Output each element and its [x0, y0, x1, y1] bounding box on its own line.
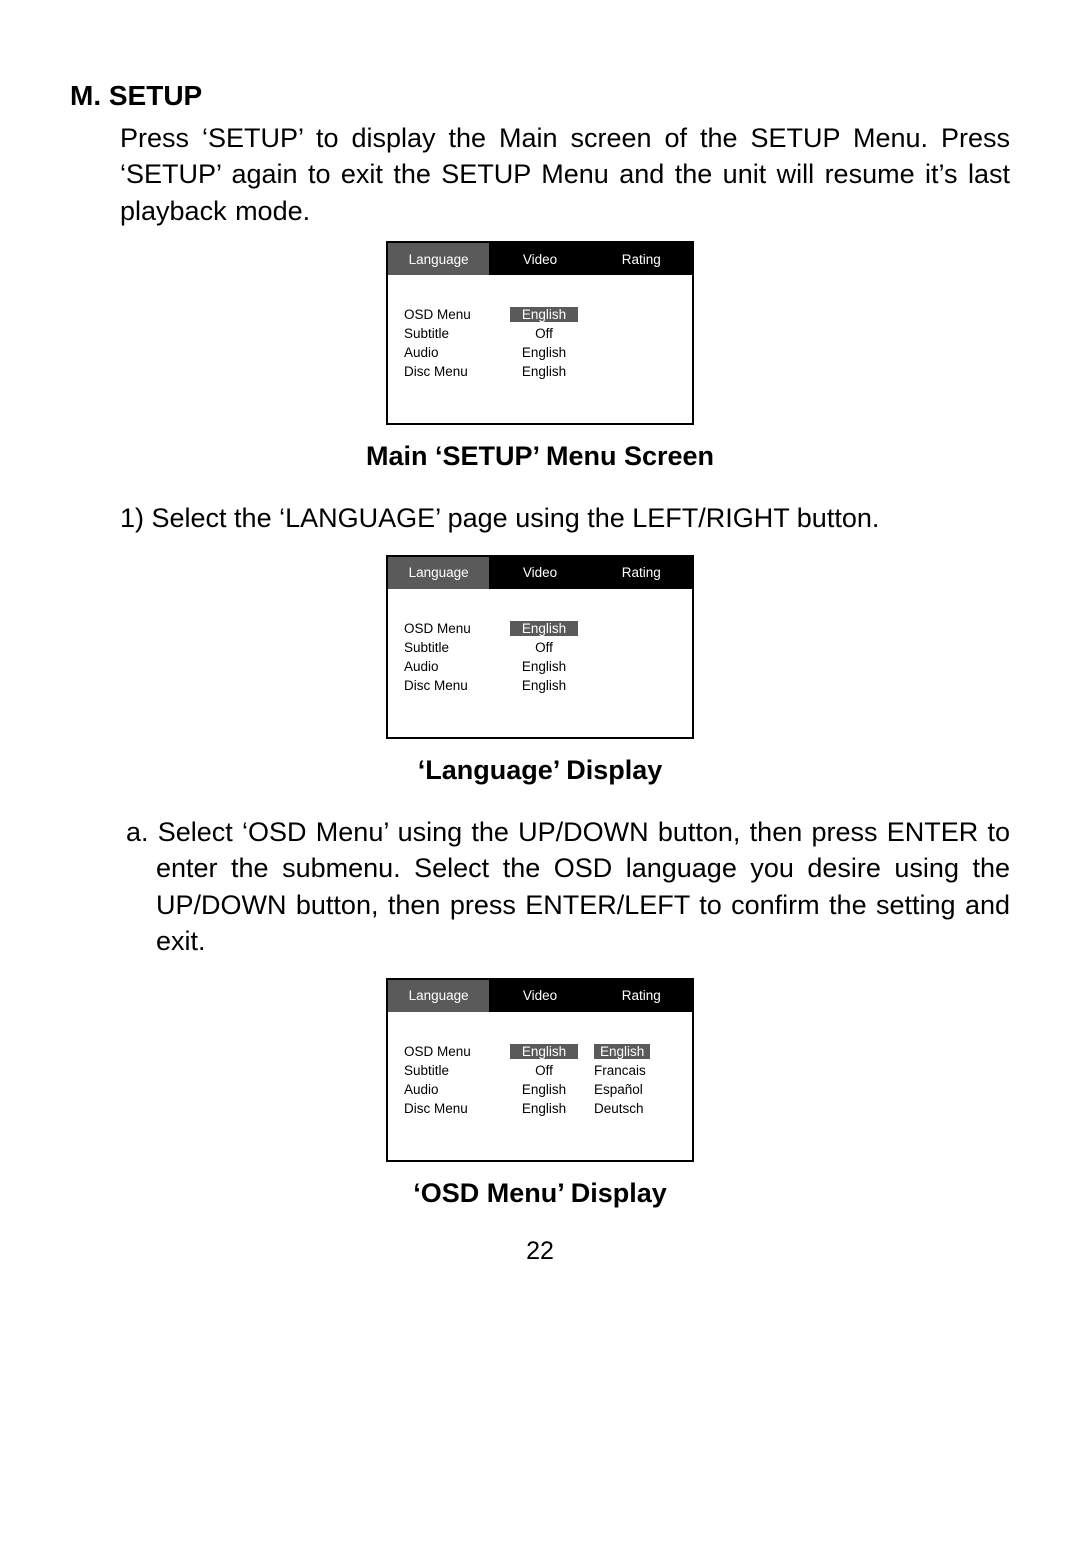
- step-1-text: 1) Select the ‘LANGUAGE’ page using the …: [120, 500, 1010, 536]
- menu-item: Subtitle: [404, 640, 498, 655]
- menu-item: Disc Menu: [404, 678, 498, 693]
- subheading-osd-menu-display: ‘OSD Menu’ Display: [70, 1178, 1010, 1209]
- tab-video: Video: [489, 557, 590, 589]
- intro-text: Press ‘SETUP’ to display the Main screen…: [120, 120, 1010, 229]
- tab-language: Language: [388, 980, 489, 1012]
- page-number: 22: [70, 1237, 1010, 1266]
- section-heading: M. SETUP: [70, 80, 1010, 112]
- tab-row: Language Video Rating: [388, 980, 692, 1012]
- menu-value: Off: [535, 326, 553, 341]
- lang-option: Deutsch: [594, 1101, 644, 1116]
- menu-value-selected: English: [510, 307, 578, 322]
- menu-value: English: [522, 1101, 566, 1116]
- menu-item: Audio: [404, 345, 498, 360]
- subheading-language-display: ‘Language’ Display: [70, 755, 1010, 786]
- menu-item: Disc Menu: [404, 1101, 498, 1116]
- lang-option-selected: English: [594, 1044, 650, 1059]
- step-a-text: a. Select ‘OSD Menu’ using the UP/DOWN b…: [156, 814, 1010, 960]
- tab-rating: Rating: [591, 980, 692, 1012]
- tab-row: Language Video Rating: [388, 243, 692, 275]
- subheading-main-setup: Main ‘SETUP’ Menu Screen: [70, 441, 1010, 472]
- tab-language: Language: [388, 557, 489, 589]
- menu-item: OSD Menu: [404, 307, 498, 322]
- menu-item: Disc Menu: [404, 364, 498, 379]
- menu-value: Off: [535, 640, 553, 655]
- lang-option: Francais: [594, 1063, 646, 1078]
- setup-menu-screenshot-3: Language Video Rating OSD Menu Subtitle …: [386, 978, 694, 1162]
- tab-rating: Rating: [591, 243, 692, 275]
- menu-item: Audio: [404, 659, 498, 674]
- setup-menu-screenshot-2: Language Video Rating OSD Menu Subtitle …: [386, 555, 694, 739]
- menu-value: English: [522, 364, 566, 379]
- menu-value: Off: [535, 1063, 553, 1078]
- menu-value: English: [522, 659, 566, 674]
- menu-value: English: [522, 1082, 566, 1097]
- menu-item: OSD Menu: [404, 621, 498, 636]
- menu-value-selected: English: [510, 1044, 578, 1059]
- menu-item: Subtitle: [404, 326, 498, 341]
- lang-option: Español: [594, 1082, 643, 1097]
- tab-video: Video: [489, 243, 590, 275]
- menu-value-selected: English: [510, 621, 578, 636]
- menu-value: English: [522, 345, 566, 360]
- menu-item: Audio: [404, 1082, 498, 1097]
- tab-language: Language: [388, 243, 489, 275]
- menu-value: English: [522, 678, 566, 693]
- tab-video: Video: [489, 980, 590, 1012]
- menu-item: OSD Menu: [404, 1044, 498, 1059]
- menu-item: Subtitle: [404, 1063, 498, 1078]
- tab-row: Language Video Rating: [388, 557, 692, 589]
- tab-rating: Rating: [591, 557, 692, 589]
- setup-menu-screenshot-1: Language Video Rating OSD Menu Subtitle …: [386, 241, 694, 425]
